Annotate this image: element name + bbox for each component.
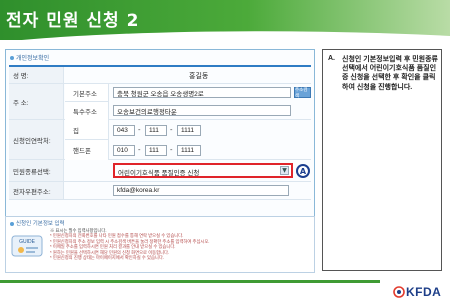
base-address-input[interactable]: 충북 청원군 오송읍 오송생명2로 <box>113 87 291 98</box>
mobile-part-1-input[interactable]: 010 <box>113 145 135 156</box>
name-label: 성 명: <box>9 67 64 83</box>
name-row: 성 명: 홍길동 <box>9 67 311 84</box>
contact-label: 신청인연락처: <box>9 120 64 159</box>
info-guide-box: 신청인 기본정보 입력 GUIDE ※ 표시는 필수 입력사항입니다. * 민원… <box>5 216 315 273</box>
info-title: 신청인 기본정보 입력 <box>10 219 65 227</box>
chevron-down-icon[interactable]: ▼ <box>280 166 289 175</box>
service-type-row: 민원종류선택: 어린이기호식품 품질인증 신청 ▼ A <box>9 160 311 182</box>
annotation-marker-a: A <box>296 164 310 178</box>
email-input[interactable]: kfda@korea.kr <box>113 185 289 196</box>
name-value: 홍길동 <box>189 73 209 80</box>
phone-part-2-input[interactable]: 111 <box>145 125 167 136</box>
dash: - <box>138 146 141 154</box>
address-row: 주 소: 기본주소 특수주소 충북 청원군 오송읍 오송생명2로 주소검색 오송… <box>9 84 311 120</box>
address-search-button[interactable]: 주소검색 <box>294 87 311 98</box>
kfda-logo-text: KFDA <box>406 285 442 299</box>
service-type-selected: 어린이기호식품 품질인증 신청 <box>118 170 200 177</box>
service-type-select[interactable]: 어린이기호식품 품질인증 신청 ▼ <box>113 163 293 178</box>
detail-address-input[interactable]: 오송보건의료행정타운 <box>113 105 291 116</box>
mobile-part-3-input[interactable]: 1111 <box>177 145 201 156</box>
kfda-logo-mark-icon <box>393 286 405 298</box>
applicant-form: 성 명: 홍길동 주 소: 기본주소 특수주소 충북 청원군 오송읍 오송생명2… <box>9 65 311 225</box>
phone-label: 집 <box>65 120 109 140</box>
contact-row: 신청인연락처: 집 핸드폰 043 - 111 - 1111 010 - 111… <box>9 120 311 160</box>
instruction-note-box: A. 신청인 기본정보입력 후 민원종류선택에서 어린이기호식품 품질인증 신청… <box>322 49 442 271</box>
svg-text:GUIDE: GUIDE <box>19 239 36 245</box>
panel-tab-label: 개인정보확인 <box>16 56 50 62</box>
footer-bar <box>0 280 380 283</box>
kfda-logo: KFDA <box>393 284 441 300</box>
bullet-icon <box>10 56 14 61</box>
mobile-part-2-input[interactable]: 111 <box>145 145 167 156</box>
info-lines: ※ 표시는 필수 입력사항입니다. * 민원신청자의 전화번호를 나타 민원 접… <box>50 228 310 260</box>
dash: - <box>170 126 173 134</box>
phone-part-3-input[interactable]: 1111 <box>177 125 201 136</box>
guide-illustration-icon: GUIDE <box>11 235 43 257</box>
phone-part-1-input[interactable]: 043 <box>113 125 135 136</box>
note-letter: A. <box>328 55 335 62</box>
email-label: 전자우편주소: <box>9 182 64 199</box>
base-address-label: 기본주소 <box>65 84 109 102</box>
bullet-icon <box>10 221 14 226</box>
info-line: * 민원신청의 진행 상태는 마이페이지에서 확인하실 수 있습니다. <box>50 255 165 261</box>
dash: - <box>170 146 173 154</box>
address-label: 주 소: <box>9 84 64 119</box>
dash: - <box>138 126 141 134</box>
page-header: 전자 민원 신청 2 <box>0 0 450 42</box>
email-row: 전자우편주소: kfda@korea.kr <box>9 182 311 200</box>
panel-tab[interactable]: 개인정보확인 <box>10 53 49 62</box>
service-type-label: 민원종류선택: <box>9 160 64 181</box>
mobile-label: 핸드폰 <box>65 140 109 160</box>
header-swoosh-decoration <box>0 31 450 42</box>
note-text: 신청인 기본정보입력 후 민원종류선택에서 어린이기호식품 품질인증 신청을 선… <box>342 56 438 91</box>
detail-address-label: 특수주소 <box>65 102 109 120</box>
